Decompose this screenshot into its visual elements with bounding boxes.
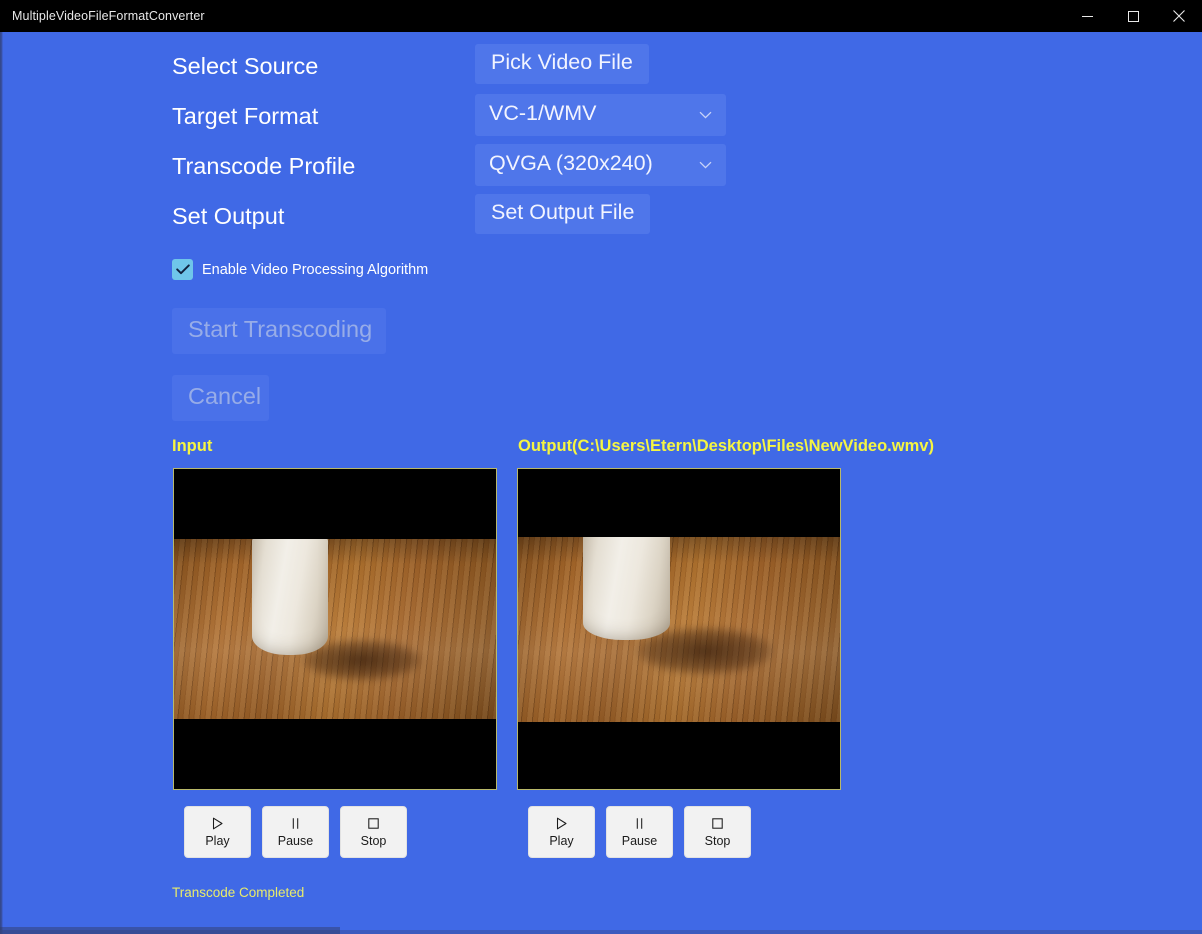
play-icon	[211, 817, 224, 830]
title-bar: MultipleVideoFileFormatConverter	[0, 0, 1202, 32]
play-icon	[555, 817, 568, 830]
output-pause-label: Pause	[621, 833, 658, 848]
minimize-button[interactable]	[1064, 0, 1110, 32]
input-play-label: Play	[205, 833, 230, 848]
maximize-button[interactable]	[1110, 0, 1156, 32]
wood-table-background	[174, 539, 496, 719]
output-play-button[interactable]: Play	[528, 806, 595, 858]
chevron-down-icon	[673, 108, 712, 121]
input-video-content	[174, 539, 496, 719]
output-media-controls: Play Pause Stop	[528, 806, 751, 858]
set-output-file-button[interactable]: Set Output File	[475, 194, 651, 234]
target-format-combobox[interactable]: VC-1/WMV	[475, 94, 726, 136]
close-icon	[1173, 10, 1185, 22]
start-transcoding-button[interactable]: Start Transcoding	[172, 308, 386, 354]
check-icon	[175, 264, 190, 275]
form-row-select-source: Select Source Pick Video File	[172, 44, 726, 94]
output-stop-label: Stop	[704, 833, 731, 848]
stop-icon	[367, 817, 380, 830]
label-set-output: Set Output	[172, 203, 285, 229]
cup-object	[252, 539, 328, 655]
cup-object	[583, 537, 670, 640]
settings-form: Select Source Pick Video File Target For…	[172, 44, 726, 244]
enable-video-processing-label: Enable Video Processing Algorithm	[202, 261, 429, 278]
cancel-button[interactable]: Cancel	[172, 375, 269, 421]
output-panel-title: Output(C:\Users\Etern\Desktop\Files\NewV…	[518, 437, 934, 455]
minimize-icon	[1081, 11, 1093, 22]
input-panel-title: Input	[172, 437, 213, 455]
enable-video-processing-checkbox[interactable]	[172, 259, 193, 280]
status-message: Transcode Completed	[172, 885, 305, 900]
input-pause-button[interactable]: Pause	[262, 806, 329, 858]
enable-video-processing-checkbox-row[interactable]: Enable Video Processing Algorithm	[172, 259, 428, 280]
pick-video-file-button[interactable]: Pick Video File	[475, 44, 649, 84]
output-stop-button[interactable]: Stop	[684, 806, 751, 858]
window-bottom-left-edge	[0, 927, 340, 934]
stop-icon	[711, 817, 724, 830]
label-target-format: Target Format	[172, 103, 319, 129]
window-title: MultipleVideoFileFormatConverter	[12, 9, 205, 23]
output-video-preview[interactable]	[517, 468, 841, 790]
input-pause-label: Pause	[277, 833, 314, 848]
target-format-value: VC-1/WMV	[489, 101, 597, 125]
input-play-button[interactable]: Play	[184, 806, 251, 858]
pause-icon	[633, 817, 646, 830]
chevron-down-icon	[673, 158, 712, 171]
form-row-target-format: Target Format VC-1/WMV	[172, 94, 726, 144]
input-stop-button[interactable]: Stop	[340, 806, 407, 858]
window-left-edge	[0, 32, 3, 934]
input-video-preview[interactable]	[173, 468, 497, 790]
form-row-transcode-profile: Transcode Profile QVGA (320x240)	[172, 144, 726, 194]
label-select-source: Select Source	[172, 53, 319, 79]
maximize-icon	[1127, 10, 1139, 22]
input-stop-label: Stop	[360, 833, 387, 848]
output-video-content	[518, 537, 840, 722]
label-transcode-profile: Transcode Profile	[172, 153, 356, 179]
output-pause-button[interactable]: Pause	[606, 806, 673, 858]
input-media-controls: Play Pause Stop	[184, 806, 407, 858]
close-button[interactable]	[1156, 0, 1202, 32]
output-play-label: Play	[549, 833, 574, 848]
transcode-profile-value: QVGA (320x240)	[489, 151, 653, 175]
form-row-set-output: Set Output Set Output File	[172, 194, 726, 244]
transcode-profile-combobox[interactable]: QVGA (320x240)	[475, 144, 726, 186]
pause-icon	[289, 817, 302, 830]
